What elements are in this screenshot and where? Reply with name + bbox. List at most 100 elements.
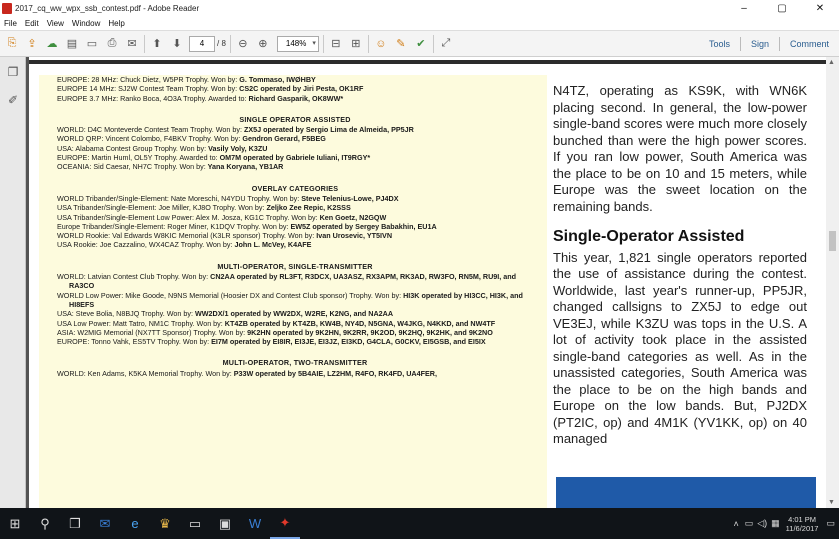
page-number-input[interactable]: 4 [189,35,215,52]
separator [144,34,145,53]
create-pdf-icon[interactable]: ⎘ [4,36,20,52]
export-pdf-icon[interactable]: ⇪ [24,36,40,52]
trophy-entry: ASIA: W2MIG Memorial (NX7TT Sponsor) Tro… [57,327,493,337]
scrollbar-thumb[interactable] [829,231,836,251]
previous-page-icon[interactable]: ⬆ [149,36,165,52]
trophy-entry: WORLD Tribander/Single-Element: Nate Mor… [57,193,399,203]
minimize-button[interactable]: – [725,0,763,16]
menu-help[interactable]: Help [108,19,124,28]
close-button[interactable]: ✕ [801,0,839,16]
trophy-entry: EUROPE: 28 MHz: Chuck Dietz, W5PR Trophy… [57,75,316,84]
page-header-rule [29,60,826,64]
trophy-entry: EUROPE 14 MHz: SJ2W Contest Team Trophy.… [57,84,364,94]
task-view-icon[interactable]: ❐ [60,508,90,539]
category-heading: MULTI-OPERATOR, TWO-TRANSMITTER [222,358,368,368]
menu-file[interactable]: File [4,19,17,28]
save-icon[interactable]: ▭ [84,36,100,52]
upload-icon[interactable]: ☁ [44,36,60,52]
trophy-entry: USA Low Power: Matt Tatro, NM1C Trophy. … [57,318,496,328]
scroll-down-icon[interactable]: ▼ [828,499,835,506]
search-icon[interactable]: ⚲ [30,508,60,539]
open-folder-icon[interactable]: ▤ [64,36,80,52]
edge-icon[interactable]: e [120,508,150,539]
article-column: N4TZ, operating as KS9K, with WN6K placi… [553,83,807,448]
network-icon[interactable]: ▭ [745,518,754,529]
time: 4:01 PM [788,514,817,524]
system-tray: ˄ ▭ ◁) ▦ 4:01 PM 11/6/2017 ▭ [733,508,835,539]
section-heading: Single-Operator Assisted [553,228,745,245]
clock[interactable]: 4:01 PM 11/6/2017 [786,515,819,533]
article-paragraph: This year, 1,821 single operators report… [553,249,807,447]
photo-placeholder [556,477,816,508]
comment-icon[interactable]: ☺ [373,36,389,52]
app-icon[interactable]: ♛ [150,508,180,539]
adobe-reader-icon [2,2,12,14]
trophy-entry: WORLD Rookie: Val Edwards W8KIC Memorial… [57,231,393,241]
trophy-entry: EUROPE 3.7 MHz: Ranko Boca, 4O3A Trophy.… [57,93,344,103]
separator [229,34,231,53]
print-icon[interactable]: ⎙ [104,36,120,52]
trophy-entry: USA Tribander/Single-Element Low Power: … [57,212,387,222]
start-icon[interactable]: ⊞ [0,508,30,539]
notifications-icon[interactable]: ▭ [826,518,835,529]
adobe-reader-taskbar-icon[interactable]: ✦ [270,508,300,539]
trophy-entry: Europe Tribander/Single-Element: Roger M… [57,221,437,231]
trophy-entry: USA Rookie: Joe Cazzalino, WX4CAZ Trophy… [57,240,312,250]
separator [432,34,434,53]
highlight-icon[interactable]: ✎ [393,36,409,52]
title-bar: 2017_cq_ww_wpx_ssb_contest.pdf - Adobe R… [0,0,839,16]
toolbar: ⎘ ⇪ ☁ ▤ ▭ ⎙ ✉ ⬆ ⬇ 4 / 8 ⊖ ⊕ 148% ▾ ⊟ ⊞ ☺ … [0,30,839,57]
menu-window[interactable]: Window [72,19,100,28]
chevron-up-icon[interactable]: ˄ [733,519,738,529]
fit-page-icon[interactable]: ⊟ [328,36,344,52]
menu-bar: File Edit View Window Help [0,16,839,30]
trophy-entry: WORLD: D4C Monteverde Contest Team Troph… [57,125,414,135]
terminal-icon[interactable]: ▭ [180,508,210,539]
zoom-select[interactable]: 148% ▾ [276,35,319,52]
outlook-icon[interactable]: ✉ [90,508,120,539]
trophy-entry: OCEANIA: Sid Caesar, NH7C Trophy. Won by… [57,162,284,172]
app-window-icon[interactable]: ▣ [210,508,240,539]
trophy-entry: USA: Alabama Contest Group Trophy. Won b… [57,143,268,153]
zoom-in-icon[interactable]: ⊕ [255,36,271,52]
trophy-entry: USA Tribander/Single-Element: Joe Miller… [57,203,351,213]
zoom-out-icon[interactable]: ⊖ [235,36,251,52]
page-total: / 8 [217,39,226,48]
volume-icon[interactable]: ◁) [757,518,767,529]
toolbar-right-panel: Tools Sign Comment [699,31,839,57]
vertical-scrollbar[interactable]: ▲ ▼ [826,57,839,508]
trophy-entry: USA: Steve Bolia, N8BJQ Trophy. Won by: … [57,309,394,319]
scroll-mode-icon[interactable]: ⊞ [348,36,364,52]
email-icon[interactable]: ✉ [124,36,140,52]
trophy-entry: EUROPE: Martin Huml, OL5Y Trophy. Awarde… [57,153,371,163]
attachment-icon[interactable]: ✐ [6,93,20,107]
next-page-icon[interactable]: ⬇ [169,36,185,52]
sign-icon[interactable]: ✔ [413,36,429,52]
separator [322,34,324,53]
keyboard-icon[interactable]: ▦ [771,518,780,529]
separator [367,34,369,53]
category-heading: SINGLE OPERATOR ASSISTED [239,114,351,124]
comment-button[interactable]: Comment [780,39,839,49]
date: 11/6/2017 [785,523,819,533]
zoom-value: 148% [285,38,307,48]
chevron-down-icon: ▾ [312,39,316,47]
menu-view[interactable]: View [47,19,64,28]
scroll-up-icon[interactable]: ▲ [828,59,835,66]
trophy-entry: WORLD: Ken Adams, K5KA Memorial Trophy. … [57,368,437,378]
sign-button[interactable]: Sign [741,39,779,49]
trophy-entry: WORLD QRP: Vincent Colombo, F4BKV Trophy… [57,134,326,144]
tools-button[interactable]: Tools [699,39,740,49]
category-heading: OVERLAY CATEGORIES [251,183,339,193]
window-title: 2017_cq_ww_wpx_ssb_contest.pdf - Adobe R… [15,3,200,13]
trophy-entry: WORLD Low Power: Mike Goode, N9NS Memori… [57,290,523,309]
word-icon[interactable]: W [240,508,270,539]
category-heading: MULTI-OPERATOR, SINGLE-TRANSMITTER [217,261,373,271]
expand-icon[interactable]: ⤢ [438,36,454,52]
menu-edit[interactable]: Edit [25,19,39,28]
page-thumbnails-icon[interactable]: ❐ [6,65,20,79]
maximize-button[interactable]: ▢ [763,0,801,16]
navigation-pane: ❐ ✐ [0,57,26,508]
trophy-entry: WORLD: Latvian Contest Club Trophy. Won … [57,272,517,291]
pdf-page: EUROPE: 28 MHz: Chuck Dietz, W5PR Trophy… [29,57,826,508]
